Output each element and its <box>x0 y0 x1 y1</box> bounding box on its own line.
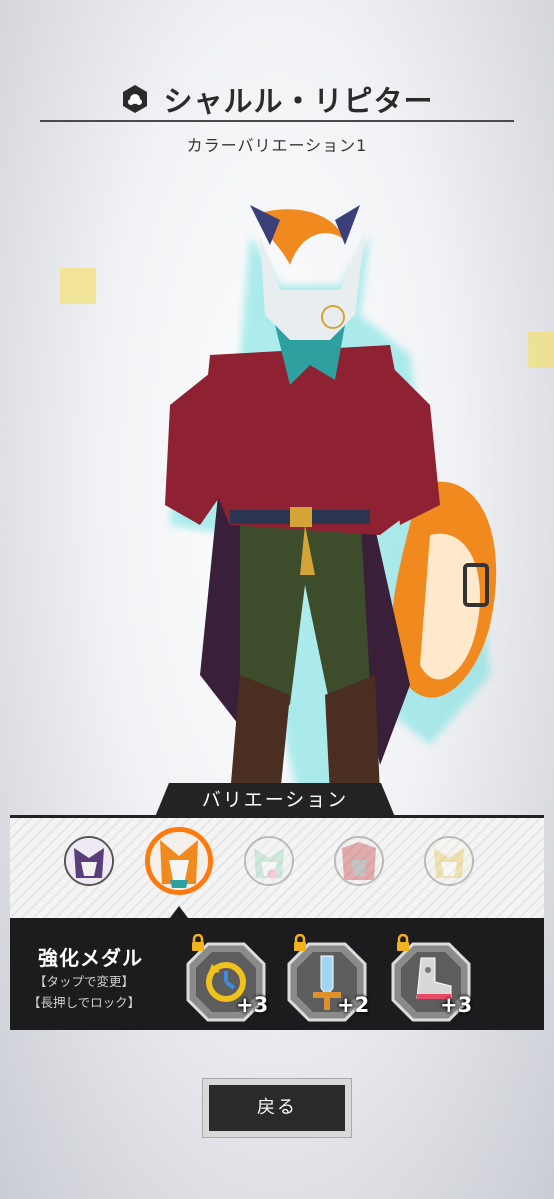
decoration-square <box>528 332 554 368</box>
medal-bonus-3: +3 <box>440 993 473 1017</box>
variation-avatar-4[interactable] <box>334 836 384 886</box>
character-illustration <box>165 205 497 805</box>
title-row: シャルル・リピター <box>0 78 554 120</box>
medal-bonus-1: +3 <box>236 993 269 1017</box>
decoration-square <box>60 268 96 304</box>
variation-section-label: バリエーション <box>155 783 395 817</box>
medal-bonus-2: +2 <box>337 993 370 1017</box>
lock-icon <box>294 934 306 951</box>
variation-avatar-5[interactable] <box>424 836 474 886</box>
header: シャルル・リピター カラーバリエーション1 <box>0 70 554 160</box>
page-title: シャルル・リピター <box>163 84 434 118</box>
back-button-label: 戻る <box>209 1085 345 1131</box>
variation-avatar-2-selected[interactable] <box>145 827 213 895</box>
fox-portrait-icon <box>336 838 382 884</box>
medal-hint-hold: 【長押しでロック】 <box>28 995 141 1010</box>
divider <box>40 120 514 122</box>
lock-icon <box>192 934 204 951</box>
lock-icon <box>397 934 409 951</box>
medal-title: 強化メダル <box>38 946 143 970</box>
fox-portrait-icon <box>246 838 292 884</box>
selection-pointer <box>170 906 188 918</box>
character-badge-icon <box>123 85 148 113</box>
variation-avatar-3[interactable] <box>244 836 294 886</box>
fox-portrait-icon <box>150 832 208 890</box>
medal-hint-tap: 【タップで変更】 <box>34 974 135 989</box>
fox-portrait-icon <box>426 838 472 884</box>
variation-caption: カラーバリエーション1 <box>186 136 368 155</box>
fox-portrait-icon <box>66 838 112 884</box>
variation-avatar-1[interactable] <box>64 836 114 886</box>
back-button[interactable]: 戻る <box>202 1078 352 1138</box>
